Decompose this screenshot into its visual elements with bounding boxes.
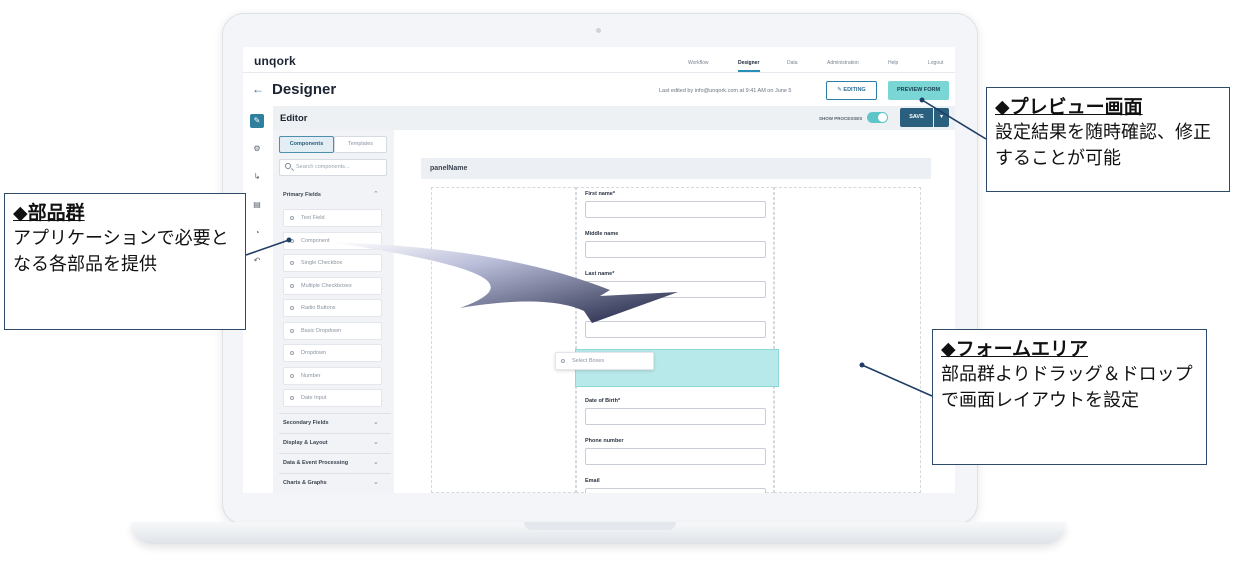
callout-preview: ◆プレビュー画面 設定結果を随時確認、修正することが可能: [986, 87, 1230, 192]
callout-body: 設定結果を随時確認、修正することが可能: [995, 122, 1211, 169]
preview-connector: [921, 99, 987, 140]
callout-body: 部品群よりドラッグ＆ドロップで画面レイアウトを設定: [941, 364, 1193, 411]
parts-connector: [245, 239, 290, 256]
form-connector-dot: [859, 362, 865, 368]
form-connector: [861, 364, 933, 397]
callout-form-area: ◆フォームエリア 部品群よりドラッグ＆ドロップで画面レイアウトを設定: [932, 329, 1207, 465]
callout-title: ◆部品群: [13, 202, 85, 224]
callout-body: アプリケーションで必要となる各部品を提供: [13, 228, 229, 275]
callout-title: ◆フォームエリア: [941, 338, 1089, 360]
callout-parts: ◆部品群 アプリケーションで必要となる各部品を提供: [4, 193, 246, 330]
drag-arrow: [330, 242, 678, 323]
preview-connector-dot: [919, 97, 925, 103]
callout-title: ◆プレビュー画面: [995, 96, 1143, 118]
parts-connector-dot: [286, 237, 292, 243]
